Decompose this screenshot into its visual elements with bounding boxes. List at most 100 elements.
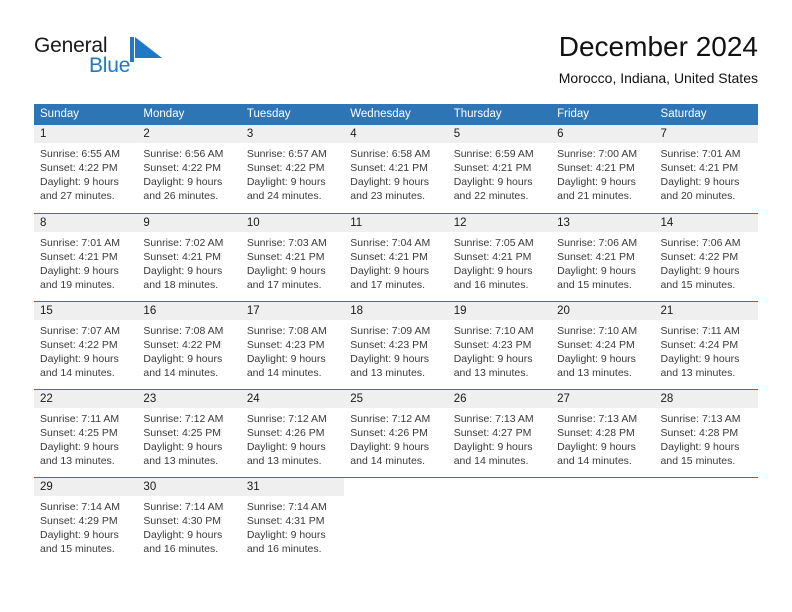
day-cell[interactable]: 4 Sunrise: 6:58 AM Sunset: 4:21 PM Dayli… — [344, 125, 448, 213]
daylight-text-line2: and 13 minutes. — [453, 367, 529, 379]
day-number — [655, 478, 758, 496]
day-number: 31 — [240, 478, 345, 496]
day-number — [551, 478, 654, 496]
sunrise-text: Sunrise: 7:02 AM — [143, 237, 224, 249]
day-cell[interactable]: 26 Sunrise: 7:13 AM Sunset: 4:27 PM Dayl… — [447, 390, 552, 477]
day-cell[interactable]: 17 Sunrise: 7:08 AM Sunset: 4:23 PM Dayl… — [240, 302, 345, 389]
sunset-text: Sunset: 4:31 PM — [246, 515, 325, 527]
sunset-text: Sunset: 4:24 PM — [557, 339, 635, 351]
daylight-text-line1: Daylight: 9 hours — [453, 265, 533, 277]
day-info: Sunrise: 7:06 AM Sunset: 4:22 PM Dayligh… — [655, 232, 758, 292]
day-cell[interactable]: 5 Sunrise: 6:59 AM Sunset: 4:21 PM Dayli… — [447, 125, 552, 213]
daylight-text-line2: and 18 minutes. — [143, 279, 219, 291]
weekday-thursday: Thursday — [453, 108, 502, 120]
sunrise-text: Sunrise: 7:11 AM — [40, 413, 120, 425]
daylight-text-line1: Daylight: 9 hours — [143, 441, 223, 453]
daylight-text-line1: Daylight: 9 hours — [246, 176, 326, 188]
day-info: Sunrise: 7:01 AM Sunset: 4:21 PM Dayligh… — [34, 232, 137, 292]
sunrise-text: Sunrise: 7:13 AM — [660, 413, 741, 425]
day-cell[interactable]: 29 Sunrise: 7:14 AM Sunset: 4:29 PM Dayl… — [34, 478, 138, 565]
day-cell[interactable]: 15 Sunrise: 7:07 AM Sunset: 4:22 PM Dayl… — [34, 302, 138, 389]
day-number: 8 — [34, 214, 138, 232]
day-cell[interactable]: 1 Sunrise: 6:55 AM Sunset: 4:22 PM Dayli… — [34, 125, 138, 213]
day-cell[interactable]: 10 Sunrise: 7:03 AM Sunset: 4:21 PM Dayl… — [240, 214, 345, 301]
day-cell[interactable]: 11 Sunrise: 7:04 AM Sunset: 4:21 PM Dayl… — [344, 214, 448, 301]
daylight-text-line1: Daylight: 9 hours — [350, 265, 430, 277]
day-info: Sunrise: 7:12 AM Sunset: 4:26 PM Dayligh… — [344, 408, 447, 468]
week-row: 22 Sunrise: 7:11 AM Sunset: 4:25 PM Dayl… — [34, 389, 758, 477]
day-info: Sunrise: 7:14 AM Sunset: 4:31 PM Dayligh… — [241, 496, 344, 556]
sunrise-text: Sunrise: 7:06 AM — [557, 237, 638, 249]
day-number: 23 — [137, 390, 241, 408]
sunset-text: Sunset: 4:21 PM — [350, 162, 428, 174]
day-cell[interactable]: 6 Sunrise: 7:00 AM Sunset: 4:21 PM Dayli… — [551, 125, 655, 213]
day-cell[interactable]: 8 Sunrise: 7:01 AM Sunset: 4:21 PM Dayli… — [34, 214, 138, 301]
day-cell[interactable]: 28 Sunrise: 7:13 AM Sunset: 4:28 PM Dayl… — [654, 390, 758, 477]
sunrise-text: Sunrise: 7:00 AM — [557, 148, 638, 160]
weekday-sunday: Sunday — [40, 108, 80, 120]
day-cell[interactable]: 24 Sunrise: 7:12 AM Sunset: 4:26 PM Dayl… — [240, 390, 345, 477]
sunrise-text: Sunrise: 6:57 AM — [246, 148, 327, 160]
week-row: 29 Sunrise: 7:14 AM Sunset: 4:29 PM Dayl… — [34, 477, 758, 565]
daylight-text-line2: and 21 minutes. — [557, 190, 632, 202]
daylight-text-line1: Daylight: 9 hours — [350, 353, 430, 365]
daylight-text-line2: and 26 minutes. — [143, 190, 219, 202]
day-cell[interactable]: 3 Sunrise: 6:57 AM Sunset: 4:22 PM Dayli… — [240, 125, 345, 213]
day-info: Sunrise: 7:13 AM Sunset: 4:27 PM Dayligh… — [448, 408, 551, 468]
day-cell[interactable]: 23 Sunrise: 7:12 AM Sunset: 4:25 PM Dayl… — [137, 390, 241, 477]
sunset-text: Sunset: 4:21 PM — [40, 251, 118, 263]
day-cell[interactable]: 21 Sunrise: 7:11 AM Sunset: 4:24 PM Dayl… — [654, 302, 758, 389]
page-header: General Blue December 2024 Morocco, Indi… — [0, 0, 792, 100]
title-block: December 2024 Morocco, Indiana, United S… — [559, 30, 758, 88]
day-info: Sunrise: 7:09 AM Sunset: 4:23 PM Dayligh… — [344, 320, 447, 380]
day-cell[interactable]: 16 Sunrise: 7:08 AM Sunset: 4:22 PM Dayl… — [137, 302, 241, 389]
daylight-text-line1: Daylight: 9 hours — [453, 176, 533, 188]
day-number: 24 — [240, 390, 345, 408]
triangle-flag-icon — [130, 37, 162, 62]
day-cell[interactable]: 7 Sunrise: 7:01 AM Sunset: 4:21 PM Dayli… — [654, 125, 758, 213]
daylight-text-line2: and 13 minutes. — [143, 455, 219, 467]
sunset-text: Sunset: 4:28 PM — [660, 427, 739, 439]
sunset-text: Sunset: 4:26 PM — [350, 427, 428, 439]
brand-logo[interactable]: General Blue — [34, 34, 214, 80]
sunset-text: Sunset: 4:21 PM — [350, 251, 428, 263]
day-cell[interactable]: 9 Sunrise: 7:02 AM Sunset: 4:21 PM Dayli… — [137, 214, 241, 301]
day-number — [448, 478, 551, 496]
day-cell[interactable]: 27 Sunrise: 7:13 AM Sunset: 4:28 PM Dayl… — [551, 390, 655, 477]
day-cell[interactable]: 18 Sunrise: 7:09 AM Sunset: 4:23 PM Dayl… — [344, 302, 448, 389]
day-info: Sunrise: 7:07 AM Sunset: 4:22 PM Dayligh… — [34, 320, 137, 380]
sunset-text: Sunset: 4:22 PM — [660, 251, 739, 263]
daylight-text-line1: Daylight: 9 hours — [246, 353, 326, 365]
day-number: 1 — [34, 125, 138, 143]
day-cell[interactable]: 25 Sunrise: 7:12 AM Sunset: 4:26 PM Dayl… — [344, 390, 448, 477]
day-cell[interactable]: 20 Sunrise: 7:10 AM Sunset: 4:24 PM Dayl… — [551, 302, 655, 389]
sunrise-text: Sunrise: 7:14 AM — [246, 501, 327, 513]
daylight-text-line1: Daylight: 9 hours — [143, 353, 223, 365]
daylight-text-line1: Daylight: 9 hours — [40, 176, 119, 188]
week-row: 8 Sunrise: 7:01 AM Sunset: 4:21 PM Dayli… — [34, 213, 758, 301]
day-cell-empty — [448, 478, 551, 565]
day-cell[interactable]: 22 Sunrise: 7:11 AM Sunset: 4:25 PM Dayl… — [34, 390, 138, 477]
day-cell[interactable]: 13 Sunrise: 7:06 AM Sunset: 4:21 PM Dayl… — [551, 214, 655, 301]
sunset-text: Sunset: 4:21 PM — [557, 251, 635, 263]
day-info: Sunrise: 7:04 AM Sunset: 4:21 PM Dayligh… — [344, 232, 447, 292]
day-cell[interactable]: 30 Sunrise: 7:14 AM Sunset: 4:30 PM Dayl… — [137, 478, 241, 565]
day-number: 3 — [240, 125, 345, 143]
daylight-text-line1: Daylight: 9 hours — [246, 441, 326, 453]
day-number: 18 — [344, 302, 448, 320]
day-number: 9 — [137, 214, 241, 232]
sunset-text: Sunset: 4:22 PM — [40, 162, 118, 174]
day-cell[interactable]: 12 Sunrise: 7:05 AM Sunset: 4:21 PM Dayl… — [447, 214, 552, 301]
day-cell[interactable]: 14 Sunrise: 7:06 AM Sunset: 4:22 PM Dayl… — [654, 214, 758, 301]
sunset-text: Sunset: 4:22 PM — [143, 162, 222, 174]
weekday-friday: Friday — [557, 108, 590, 120]
day-cell[interactable]: 2 Sunrise: 6:56 AM Sunset: 4:22 PM Dayli… — [137, 125, 241, 213]
day-cell[interactable]: 31 Sunrise: 7:14 AM Sunset: 4:31 PM Dayl… — [240, 478, 345, 565]
sunrise-text: Sunrise: 7:01 AM — [40, 237, 120, 249]
day-info: Sunrise: 7:14 AM Sunset: 4:29 PM Dayligh… — [34, 496, 137, 556]
day-info: Sunrise: 6:58 AM Sunset: 4:21 PM Dayligh… — [344, 143, 447, 203]
day-cell[interactable]: 19 Sunrise: 7:10 AM Sunset: 4:23 PM Dayl… — [447, 302, 552, 389]
day-info: Sunrise: 7:12 AM Sunset: 4:26 PM Dayligh… — [241, 408, 344, 468]
sunrise-text: Sunrise: 7:12 AM — [143, 413, 224, 425]
daylight-text-line1: Daylight: 9 hours — [143, 529, 223, 541]
